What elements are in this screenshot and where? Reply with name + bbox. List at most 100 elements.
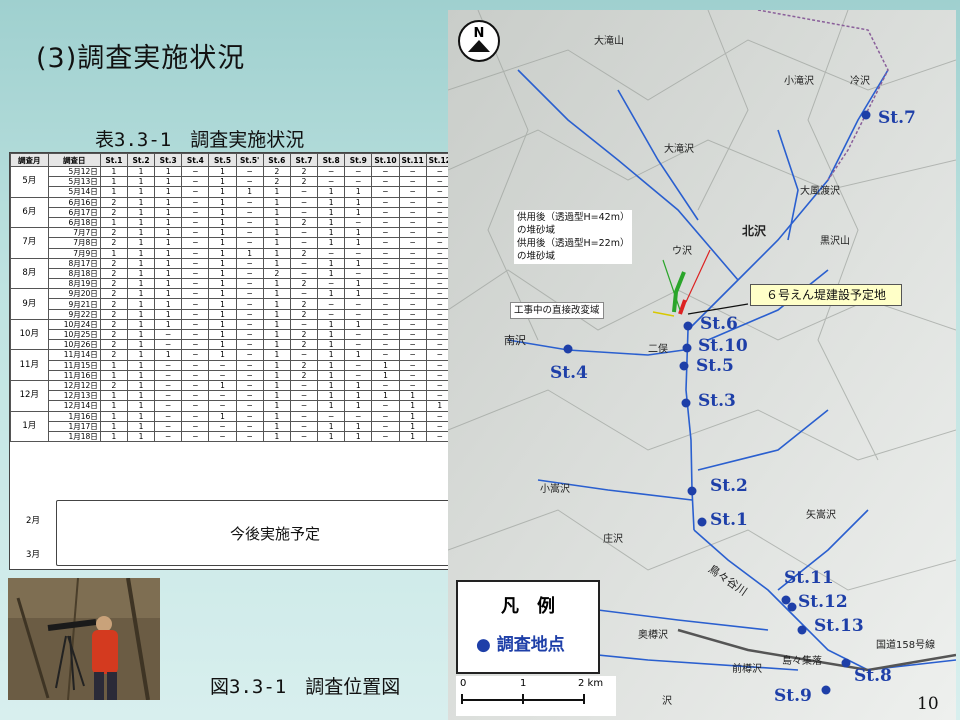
date-cell: 6月16日 — [47, 196, 101, 208]
value-cell: − — [398, 267, 427, 280]
table-header-cell: St.2 — [126, 153, 156, 167]
value-cell: − — [371, 267, 400, 280]
value-cell: 1 — [154, 206, 183, 218]
value-cell: 1 — [344, 430, 373, 443]
value-cell: 1 — [126, 349, 156, 361]
value-cell: − — [235, 267, 264, 280]
station-label: St.4 — [550, 363, 588, 383]
station-label: St.3 — [698, 391, 736, 411]
value-cell: 2 — [99, 339, 128, 351]
value-cell: − — [317, 410, 346, 422]
date-cell: 6月18日 — [47, 216, 101, 229]
value-cell: − — [181, 420, 210, 432]
table-header-cell: St.9 — [344, 153, 373, 167]
value-cell: − — [344, 176, 373, 188]
value-cell: − — [154, 410, 183, 422]
value-cell: − — [181, 400, 210, 412]
legend-title: 凡 例 — [501, 596, 555, 617]
value-cell: 1 — [235, 247, 264, 259]
table-row: 8月18日211−1−2−1−−−−−− — [11, 267, 502, 280]
value-cell: − — [398, 349, 427, 361]
table-header-cell: St.1 — [99, 153, 128, 167]
date-cell: 9月22日 — [47, 308, 101, 320]
note-line: の堆砂域 — [517, 225, 556, 236]
value-cell: 1 — [154, 165, 183, 178]
value-cell: − — [371, 288, 400, 300]
value-cell: 1 — [371, 369, 400, 381]
value-cell: 1 — [262, 410, 291, 422]
table-row: 1月18日11−−−−1−11−1−−− — [11, 430, 502, 443]
table-header-cell: 調査月 — [10, 153, 49, 167]
month-cell: 9月 — [10, 288, 49, 320]
value-cell: − — [235, 390, 264, 402]
value-cell: 1 — [262, 206, 291, 218]
value-cell: 1 — [317, 216, 346, 229]
value-cell: − — [289, 390, 319, 402]
value-cell: 1 — [262, 430, 291, 443]
date-cell: 10月24日 — [47, 318, 101, 331]
value-cell: − — [154, 390, 183, 402]
value-cell: 1 — [262, 328, 291, 341]
value-cell: − — [181, 379, 210, 392]
survey-location-map: N 大滝山 小滝沢 冷沢 大滝沢 大風渡沢 北沢 黒沢山 ウ沢 南沢 二俣 小嵩… — [448, 10, 956, 720]
value-cell: 1 — [344, 227, 373, 239]
value-cell: 1 — [208, 247, 237, 259]
value-cell: − — [235, 227, 264, 239]
value-cell: − — [181, 257, 210, 269]
value-cell: − — [398, 237, 427, 249]
legend-item: ● 調査地点 — [476, 635, 565, 655]
table-row: 9月21日211−1−12−−−−−−− — [11, 298, 502, 310]
value-cell: − — [181, 165, 210, 178]
value-cell: − — [344, 369, 373, 381]
value-cell: − — [208, 369, 237, 381]
value-cell: 1 — [317, 339, 346, 351]
date-cell: 11月16日 — [47, 369, 101, 381]
value-cell: 1 — [99, 165, 128, 178]
value-cell: − — [181, 298, 210, 310]
date-cell: 7月7日 — [47, 227, 101, 239]
value-cell: − — [235, 176, 264, 188]
place-label: 矢嵩沢 — [806, 510, 836, 521]
value-cell: 1 — [126, 328, 156, 341]
value-cell: − — [154, 369, 183, 381]
value-cell: − — [344, 267, 373, 280]
value-cell: − — [371, 206, 400, 218]
value-cell: 1 — [262, 257, 291, 269]
value-cell: − — [235, 165, 264, 178]
value-cell: 1 — [208, 298, 237, 310]
value-cell: − — [371, 216, 400, 229]
value-cell: 1 — [154, 227, 183, 239]
value-cell: − — [398, 247, 427, 259]
value-cell: 1 — [208, 349, 237, 361]
value-cell: − — [317, 176, 346, 188]
value-cell: 1 — [262, 288, 291, 300]
value-cell: 1 — [126, 176, 156, 188]
value-cell: − — [398, 298, 427, 310]
table-header-row: 調査月 調査日 St.1 St.2 St.3 St.4 St.5 St.5' St.6 St.7 S… — [10, 153, 502, 167]
place-label: 沢 — [662, 696, 672, 707]
value-cell: − — [371, 400, 400, 412]
value-cell: 1 — [126, 278, 156, 290]
station-label: St.10 — [698, 336, 748, 356]
place-label: 南沢 — [504, 334, 526, 347]
value-cell: 1 — [344, 400, 373, 412]
value-cell: 1 — [99, 186, 128, 198]
month-cell: 10月 — [10, 318, 49, 351]
value-cell: − — [154, 359, 183, 371]
table-row: 9月22日211−1−12−−−−−−− — [11, 308, 502, 320]
value-cell: 1 — [398, 410, 427, 422]
value-cell: − — [154, 400, 183, 412]
date-cell: 8月18日 — [47, 267, 101, 280]
value-cell: − — [371, 196, 400, 208]
value-cell: 1 — [262, 349, 291, 361]
value-cell: − — [371, 318, 400, 331]
value-cell: 1 — [126, 359, 156, 371]
value-cell: − — [289, 288, 319, 300]
table-header-cell: St.3 — [154, 153, 183, 167]
value-cell: − — [371, 349, 400, 361]
value-cell: 2 — [99, 318, 128, 331]
value-cell: − — [235, 237, 264, 249]
value-cell: 1 — [99, 369, 128, 381]
value-cell: 2 — [262, 165, 291, 178]
value-cell: 1 — [208, 328, 237, 341]
